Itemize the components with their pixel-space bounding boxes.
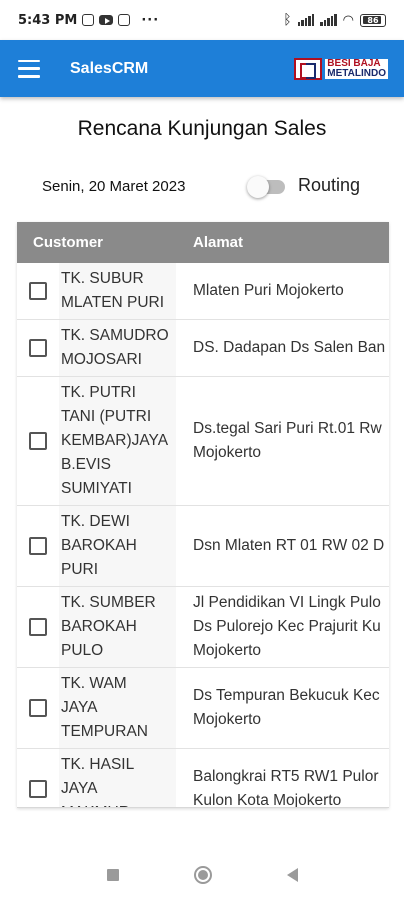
row-checkbox[interactable]	[29, 537, 47, 555]
routing-label: Routing	[298, 175, 361, 195]
checkbox-cell	[17, 377, 59, 505]
checkbox-cell	[17, 749, 59, 807]
table-row[interactable]: TK. SUMBER BAROKAH PULO Jl Pendidikan VI …	[17, 587, 389, 668]
customer-cell: TK. SUMBER BAROKAH PULO	[59, 587, 176, 667]
battery-level: 86	[367, 15, 379, 25]
more-notifications-icon: ···	[141, 12, 160, 28]
page-title: Rencana Kunjungan Sales	[77, 117, 327, 140]
routing-toggle[interactable]	[247, 176, 285, 198]
header-alamat: Alamat	[193, 234, 244, 251]
checkbox-cell	[17, 263, 59, 319]
instagram-icon	[118, 14, 131, 26]
visit-plan-table: Customer Alamat TK. SUBUR MLATEN PURI Mla…	[17, 222, 389, 808]
checkbox-cell	[17, 668, 59, 748]
alamat-cell: Mlaten Puri Mojokerto	[193, 282, 344, 299]
status-bar: 5:43 PM ··· ᛒ ◠ 86	[0, 0, 404, 40]
brand-logo: BESI BAJA METALINDO	[294, 57, 388, 80]
row-checkbox[interactable]	[29, 432, 47, 450]
row-checkbox[interactable]	[29, 780, 47, 798]
app-title: SalesCRM	[70, 59, 149, 77]
recents-button[interactable]	[106, 869, 119, 881]
table-row[interactable]: TK. WAM JAYA TEMPURAN Ds Tempuran Bekucuk…	[17, 668, 389, 749]
notification-icon	[82, 14, 95, 26]
row-checkbox[interactable]	[29, 339, 47, 357]
customer-cell: TK. SAMUDRO MOJOSARI	[59, 320, 176, 376]
checkbox-cell	[17, 320, 59, 376]
row-checkbox[interactable]	[29, 618, 47, 636]
row-checkbox[interactable]	[29, 282, 47, 300]
table-row[interactable]: TK. PUTRI TANI (PUTRI KEMBAR)JAYA B.EVIS…	[17, 377, 389, 506]
toggle-thumb	[247, 176, 269, 198]
bluetooth-icon: ᛒ	[283, 12, 292, 28]
brand-mark-icon	[294, 57, 323, 80]
alamat-cell: Balongkrai RT5 RW1 Pulor Kulon Kota Mojo…	[193, 768, 379, 808]
battery-icon: 86	[360, 13, 386, 27]
table-row[interactable]: TK. HASIL JAYA MAKMUR Balongkrai RT5 RW1 …	[17, 749, 389, 808]
status-right: ᛒ ◠ 86	[283, 12, 386, 28]
customer-cell: TK. SUBUR MLATEN PURI	[59, 263, 176, 319]
home-button[interactable]	[193, 866, 212, 884]
customer-cell: TK. DEWI BAROKAH PURI	[59, 506, 176, 586]
hamburger-menu-icon[interactable]	[18, 59, 40, 78]
signal-icon	[297, 14, 315, 26]
table-row[interactable]: TK. DEWI BAROKAH PURI Dsn Mlaten RT 01 RW…	[17, 506, 389, 587]
status-time: 5:43 PM	[18, 12, 78, 28]
brand-line-2: METALINDO	[327, 67, 386, 79]
alamat-cell: Ds.tegal Sari Puri Rt.01 Rw Mojokerto	[193, 420, 382, 461]
alamat-cell: Jl Pendidikan VI Lingk Pulo Ds Pulorejo …	[193, 594, 381, 659]
alamat-cell: Ds Tempuran Bekucuk Kec Mojokerto	[193, 687, 380, 728]
row-checkbox[interactable]	[29, 699, 47, 717]
table-row[interactable]: TK. SAMUDRO MOJOSARI DS. Dadapan Ds Salen…	[17, 320, 389, 377]
customer-cell: TK. WAM JAYA TEMPURAN	[59, 668, 176, 748]
brand-text: BESI BAJA METALINDO	[325, 57, 388, 79]
checkbox-cell	[17, 506, 59, 586]
table-body: TK. SUBUR MLATEN PURI Mlaten Puri Mojoker…	[17, 263, 389, 808]
status-left: 5:43 PM ···	[18, 13, 159, 28]
date-label: Senin, 20 Maret 2023	[42, 178, 186, 195]
system-nav-bar	[0, 850, 404, 900]
table-header: Customer Alamat	[17, 222, 389, 263]
customer-cell: TK. PUTRI TANI (PUTRI KEMBAR)JAYA B.EVIS…	[59, 377, 176, 505]
app-bar: SalesCRM BESI BAJA METALINDO	[0, 40, 404, 97]
alamat-cell: Dsn Mlaten RT 01 RW 02 D	[193, 537, 385, 554]
header-customer: Customer	[33, 234, 104, 251]
table-row[interactable]: TK. SUBUR MLATEN PURI Mlaten Puri Mojoker…	[17, 263, 389, 320]
alamat-cell: DS. Dadapan Ds Salen Ban	[193, 339, 386, 356]
youtube-icon	[99, 15, 114, 25]
customer-cell: TK. HASIL JAYA MAKMUR	[59, 749, 176, 807]
signal-icon-2	[320, 14, 337, 26]
brand-line-1: BESI BAJA	[327, 57, 381, 69]
checkbox-cell	[17, 587, 59, 667]
back-button[interactable]	[286, 868, 298, 882]
wifi-icon: ◠	[342, 12, 354, 28]
